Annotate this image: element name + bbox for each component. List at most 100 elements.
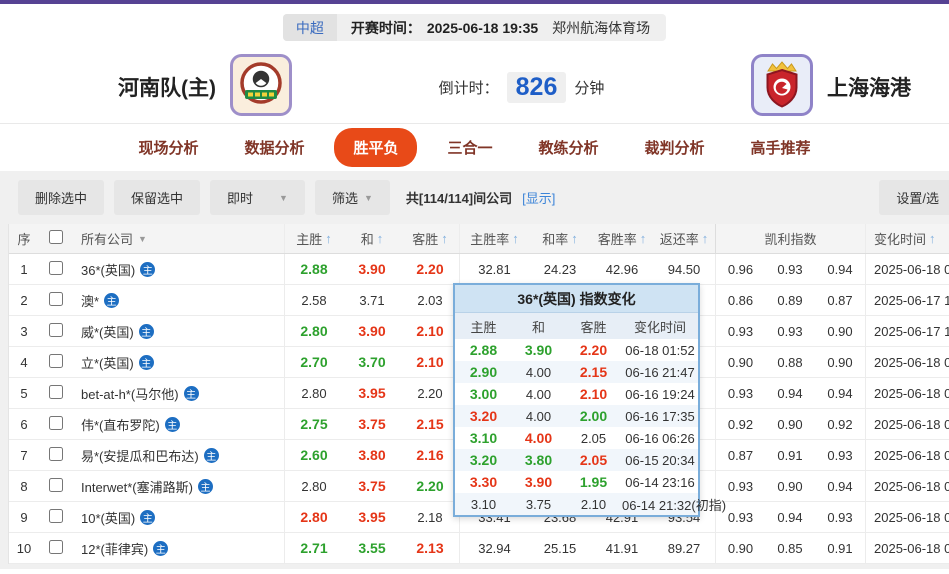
change-time: 2025-06-18 01:53	[865, 254, 949, 284]
odds-value: 3.71	[359, 292, 385, 308]
away-team: 上海海港	[751, 53, 911, 121]
header-return-rate[interactable]: 返还率 ↑	[653, 229, 715, 248]
popup-history-row: 3.10 4.00 2.05 06-16 06:26	[455, 427, 698, 449]
company-name[interactable]: 立*(英国) 主	[73, 347, 285, 377]
main-badge-icon: 主	[183, 385, 199, 401]
row-checkbox-cell	[39, 415, 73, 433]
keep-selected-button[interactable]: 保留选中	[114, 180, 201, 215]
company-name[interactable]: bet-at-h*(马尔他) 主	[73, 378, 285, 408]
kelly-value: 0.90	[827, 323, 853, 339]
filter-dropdown[interactable]: 筛选 ▼	[314, 180, 390, 215]
odds-value: 2.16	[416, 447, 444, 463]
odds-value: 3.95	[358, 509, 386, 525]
rate-value: 25.15	[543, 540, 577, 556]
company-name[interactable]: 澳* 主	[73, 285, 285, 315]
header-home-rate[interactable]: 主胜率 ↑	[459, 224, 529, 253]
row-checkbox[interactable]	[49, 384, 63, 399]
change-time: 2025-06-18 05:20	[865, 440, 949, 470]
tab-7[interactable]: 高手推荐	[735, 128, 827, 167]
row-checkbox-cell	[39, 384, 73, 402]
header-kelly[interactable]: 凯利指数	[715, 224, 865, 253]
popup-odds-value: 2.05	[580, 430, 607, 446]
popup-odds-value: 2.15	[579, 364, 608, 380]
row-index: 8	[20, 478, 28, 494]
delete-selected-button[interactable]: 删除选中	[18, 180, 105, 215]
company-name[interactable]: 易*(安提瓜和巴布达) 主	[73, 440, 285, 470]
match-info-pill: 中超 开赛时间： 2025-06-18 19:35 郑州航海体育场	[282, 14, 667, 41]
row-checkbox[interactable]	[49, 291, 63, 306]
row-checkbox[interactable]	[49, 415, 63, 430]
popup-change-time: 06-16 17:35	[625, 408, 695, 424]
tab-5[interactable]: 教练分析	[523, 128, 615, 167]
row-checkbox[interactable]	[49, 260, 63, 275]
popup-history-row: 3.20 4.00 2.00 06-16 17:35	[455, 405, 698, 427]
instant-dropdown[interactable]: 即时 ▼	[210, 180, 305, 215]
company-count: 共[114/114]间公司	[405, 191, 513, 206]
header-draw[interactable]: 和 ↑	[343, 229, 401, 248]
main-badge-icon: 主	[140, 509, 156, 525]
popup-odds-value: 3.90	[524, 474, 553, 490]
header-home-win[interactable]: 主胜 ↑	[285, 229, 343, 248]
row-index: 3	[20, 323, 28, 339]
popup-odds-value: 1.95	[579, 474, 608, 490]
row-index: 2	[20, 292, 28, 308]
settings-button[interactable]: 设置/选	[879, 180, 949, 215]
popup-body: 2.88 3.90 2.20 06-18 01:52 2.90 4.00 2.15 06-16…	[455, 339, 726, 515]
kelly-value: 0.85	[777, 540, 803, 556]
company-name[interactable]: 10*(英国) 主	[73, 502, 285, 532]
row-index: 7	[20, 447, 28, 463]
tab-4[interactable]: 三合一	[431, 128, 508, 167]
header-away-win[interactable]: 客胜 ↑	[401, 229, 459, 248]
row-checkbox[interactable]	[49, 322, 63, 337]
popup-odds-value: 2.88	[469, 342, 498, 358]
kelly-value: 0.91	[827, 540, 853, 556]
kelly-value: 0.94	[827, 478, 853, 494]
popup-odds-value: 3.75	[525, 496, 552, 512]
header-draw-rate[interactable]: 和率 ↑	[529, 229, 591, 248]
row-checkbox[interactable]	[49, 446, 63, 461]
row-checkbox[interactable]	[49, 477, 63, 492]
kelly-value: 0.94	[777, 385, 803, 401]
company-name[interactable]: 12*(菲律宾) 主	[73, 533, 285, 563]
header-select-all[interactable]	[39, 230, 73, 247]
company-name[interactable]: 36*(英国) 主	[73, 254, 285, 284]
company-name[interactable]: Interwet*(塞浦路斯) 主	[73, 471, 285, 501]
change-time: 2025-06-18 01:54	[865, 533, 949, 563]
show-link[interactable]: [显示]	[522, 188, 555, 207]
sort-asc-icon: ↑	[376, 231, 384, 246]
tab-6[interactable]: 裁判分析	[629, 128, 721, 167]
popup-odds-value: 3.30	[469, 474, 498, 490]
odds-value: 2.88	[300, 261, 328, 277]
caret-down-icon: ▼	[363, 192, 373, 203]
odds-value: 2.71	[300, 540, 328, 556]
popup-history-row: 3.20 3.80 2.05 06-15 20:34	[455, 449, 698, 471]
popup-odds-value: 3.00	[469, 386, 498, 402]
caret-down-icon: ▼	[279, 192, 288, 203]
header-away-rate[interactable]: 客胜率 ↑	[591, 229, 653, 248]
company-name[interactable]: 威*(英国) 主	[73, 316, 285, 346]
row-checkbox[interactable]	[49, 539, 63, 554]
popup-change-time: 06-16 06:26	[625, 430, 695, 446]
rate-value: 32.81	[459, 254, 529, 284]
league-badge: 中超	[282, 14, 337, 41]
row-checkbox-cell	[39, 291, 73, 309]
home-team-logo-icon	[230, 53, 292, 121]
header-change-time[interactable]: 变化时间 ↑	[865, 224, 949, 253]
tab-3[interactable]: 胜平负	[334, 128, 418, 167]
header-company[interactable]: 所有公司 ▼	[73, 224, 285, 253]
tab-2[interactable]: 数据分析	[228, 128, 320, 167]
header-seq[interactable]: 序	[9, 229, 39, 248]
main-badge-icon: 主	[153, 540, 169, 556]
odds-value: 2.20	[417, 385, 443, 401]
row-checkbox[interactable]	[49, 508, 63, 523]
kelly-value: 0.92	[827, 416, 853, 432]
row-checkbox[interactable]	[49, 353, 63, 368]
company-name[interactable]: 伟*(直布罗陀) 主	[73, 409, 285, 439]
select-all-checkbox[interactable]	[49, 230, 63, 244]
tab-1[interactable]: 现场分析	[122, 128, 214, 167]
home-team: 河南队(主)	[118, 53, 292, 121]
popup-history-row: 3.10 3.75 2.10 06-14 21:32(初指)	[455, 493, 726, 515]
rate-value: 94.50	[667, 261, 701, 277]
row-index: 10	[16, 540, 32, 556]
kelly-value: 0.93	[777, 323, 803, 339]
